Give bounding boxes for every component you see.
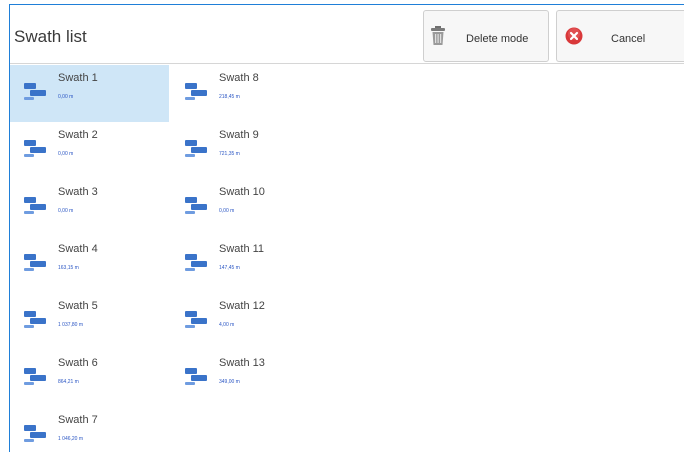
swath-icon — [24, 368, 46, 391]
swath-distance: 1 046,20 m — [58, 436, 84, 442]
swath-distance: 163,15 m — [58, 265, 79, 271]
swath-name: Swath 3 — [58, 186, 98, 198]
swath-icon — [24, 311, 46, 334]
swath-icon — [185, 140, 207, 163]
swath-name: Swath 11 — [219, 243, 265, 255]
swath-name: Swath 5 — [58, 300, 98, 312]
swath-name: Swath 7 — [58, 414, 98, 426]
cancel-label: Cancel — [611, 33, 646, 45]
swath-item[interactable]: Swath 8 218,45 m — [171, 65, 330, 122]
swath-icon — [185, 197, 207, 220]
swath-item[interactable]: Swath 1 0,00 m — [10, 65, 169, 122]
swath-list-panel: Swath list Delete mode Cancel Swath 1 0,… — [9, 4, 684, 452]
swath-item[interactable]: Swath 12 4,00 m — [171, 293, 330, 350]
swath-icon — [24, 83, 46, 106]
swath-name: Swath 12 — [219, 300, 265, 312]
swath-distance: 0,00 m — [58, 151, 74, 157]
swath-name: Swath 1 — [58, 72, 98, 84]
cancel-icon — [565, 27, 583, 50]
swath-distance: 721,35 m — [219, 151, 240, 157]
swath-item[interactable]: Swath 7 1 046,20 m — [10, 407, 169, 452]
swath-grid: Swath 1 0,00 m Swath 2 0,00 m Swath 3 0,00 mS… — [10, 65, 684, 452]
swath-icon — [24, 425, 46, 448]
page-title: Swath list — [14, 27, 87, 46]
swath-icon — [185, 83, 207, 106]
header-bar: Swath list Delete mode Cancel — [10, 5, 684, 64]
delete-mode-button[interactable]: Delete mode — [423, 10, 549, 62]
swath-distance: 864,21 m — [58, 379, 79, 385]
swath-name: Swath 4 — [58, 243, 98, 255]
swath-distance: 0,00 m — [219, 208, 235, 214]
swath-item[interactable]: Swath 4 163,15 m — [10, 236, 169, 293]
swath-icon — [185, 368, 207, 391]
swath-icon — [24, 197, 46, 220]
swath-item[interactable]: Swath 6 864,21 m — [10, 350, 169, 407]
cancel-button[interactable]: Cancel — [556, 10, 684, 62]
delete-mode-label: Delete mode — [466, 33, 529, 45]
swath-icon — [24, 140, 46, 163]
swath-item[interactable]: Swath 13 349,00 m — [171, 350, 330, 407]
swath-item[interactable]: Swath 11 147,45 m — [171, 236, 330, 293]
swath-icon — [24, 254, 46, 277]
swath-name: Swath 10 — [219, 186, 265, 198]
swath-icon — [185, 311, 207, 334]
trash-icon — [430, 26, 446, 51]
swath-item[interactable]: Swath 10 0,00 m — [171, 179, 330, 236]
swath-item[interactable]: Swath 2 0,00 m — [10, 122, 169, 179]
swath-distance: 147,45 m — [219, 265, 240, 271]
swath-distance: 218,45 m — [219, 94, 240, 100]
swath-item[interactable]: Swath 3 0,00 m — [10, 179, 169, 236]
swath-distance: 0,00 m — [58, 208, 74, 214]
swath-name: Swath 8 — [219, 72, 259, 84]
swath-item[interactable]: Swath 9 721,35 m — [171, 122, 330, 179]
swath-distance: 4,00 m — [219, 322, 235, 328]
swath-item[interactable]: Swath 5 1 037,80 m — [10, 293, 169, 350]
swath-name: Swath 6 — [58, 357, 98, 369]
swath-name: Swath 2 — [58, 129, 98, 141]
swath-distance: 1 037,80 m — [58, 322, 84, 328]
swath-distance: 349,00 m — [219, 379, 240, 385]
swath-name: Swath 9 — [219, 129, 259, 141]
swath-distance: 0,00 m — [58, 94, 74, 100]
swath-name: Swath 13 — [219, 357, 265, 369]
swath-icon — [185, 254, 207, 277]
